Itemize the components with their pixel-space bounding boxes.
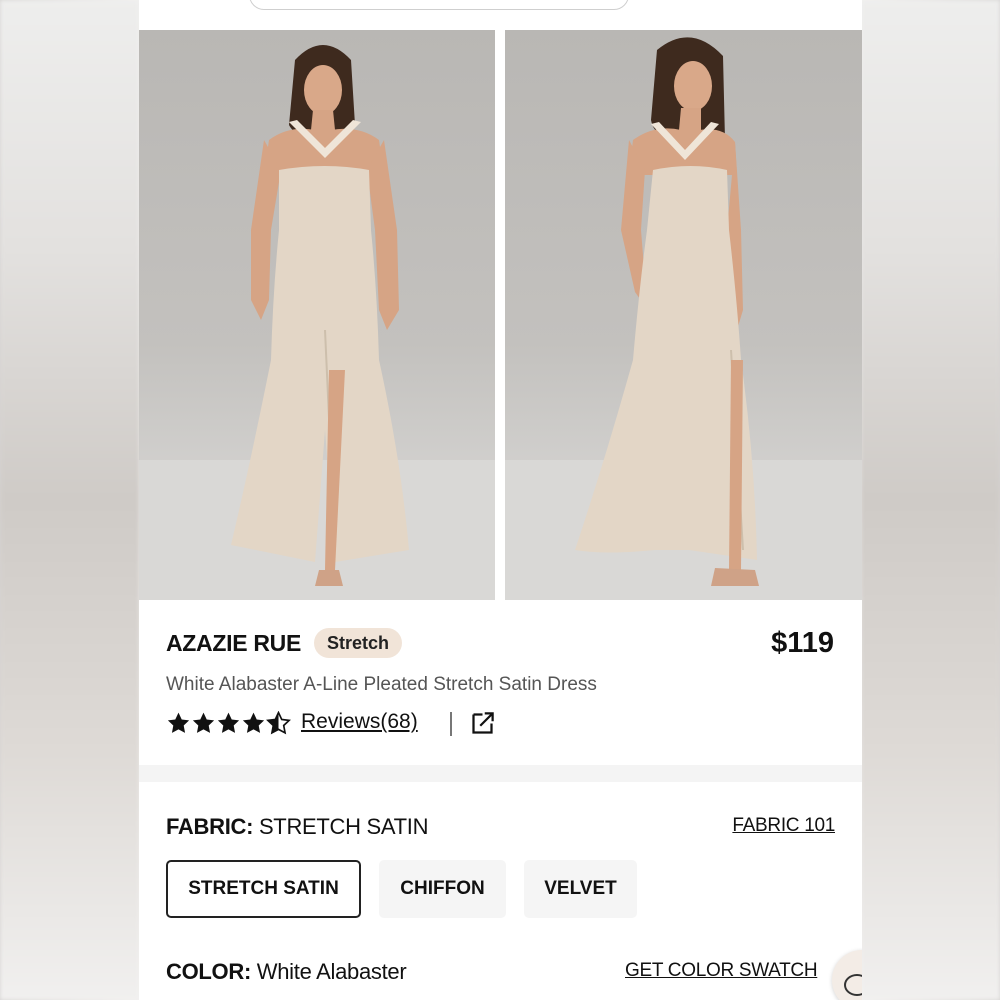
get-color-swatch-link[interactable]: GET COLOR SWATCH (625, 960, 835, 982)
rating-stars (166, 709, 291, 737)
color-value: White Alabaster (256, 959, 407, 984)
star-icon (192, 712, 215, 733)
star-half-icon (266, 710, 291, 734)
reviews-link[interactable]: Reviews(68) (301, 710, 418, 734)
search-bar[interactable] (249, 0, 629, 10)
product-description: White Alabaster A-Line Pleated Stretch S… (166, 674, 597, 695)
fabric-101-link[interactable]: FABRIC 101 (732, 815, 835, 837)
external-link-icon[interactable] (469, 710, 496, 737)
star-icon (167, 712, 190, 733)
dress-model-side-image (505, 37, 862, 600)
top-bar (139, 0, 862, 30)
chat-icon (844, 974, 862, 996)
fabric-row: FABRIC: STRETCH SATIN (166, 814, 429, 840)
stretch-badge: Stretch (314, 628, 403, 658)
color-row: COLOR: White Alabaster (166, 959, 407, 985)
product-page: AZAZIE RUE Stretch $119 White Alabaster … (139, 0, 862, 1000)
fabric-value: STRETCH SATIN (258, 814, 429, 839)
color-label: COLOR: (166, 959, 251, 984)
product-options: FABRIC: STRETCH SATIN FABRIC 101 STRETCH… (139, 782, 862, 1000)
product-photo-front[interactable] (139, 30, 495, 600)
product-price: $119 (771, 627, 834, 659)
background-blur-right (860, 0, 1000, 1000)
star-icon (242, 712, 265, 733)
star-icon (217, 712, 240, 733)
fabric-option-stretch-satin[interactable]: STRETCH SATIN (166, 860, 361, 918)
dress-model-front-image (139, 45, 495, 600)
product-info: AZAZIE RUE Stretch $119 White Alabaster … (139, 600, 862, 765)
section-gap (139, 765, 862, 782)
fabric-label: FABRIC: (166, 814, 254, 839)
divider (450, 712, 452, 736)
fabric-option-velvet[interactable]: VELVET (524, 860, 637, 918)
fabric-option-chiffon[interactable]: CHIFFON (379, 860, 506, 918)
product-brand: AZAZIE RUE (166, 630, 302, 656)
product-photo-side[interactable] (505, 30, 862, 600)
background-blur-left (0, 0, 140, 1000)
